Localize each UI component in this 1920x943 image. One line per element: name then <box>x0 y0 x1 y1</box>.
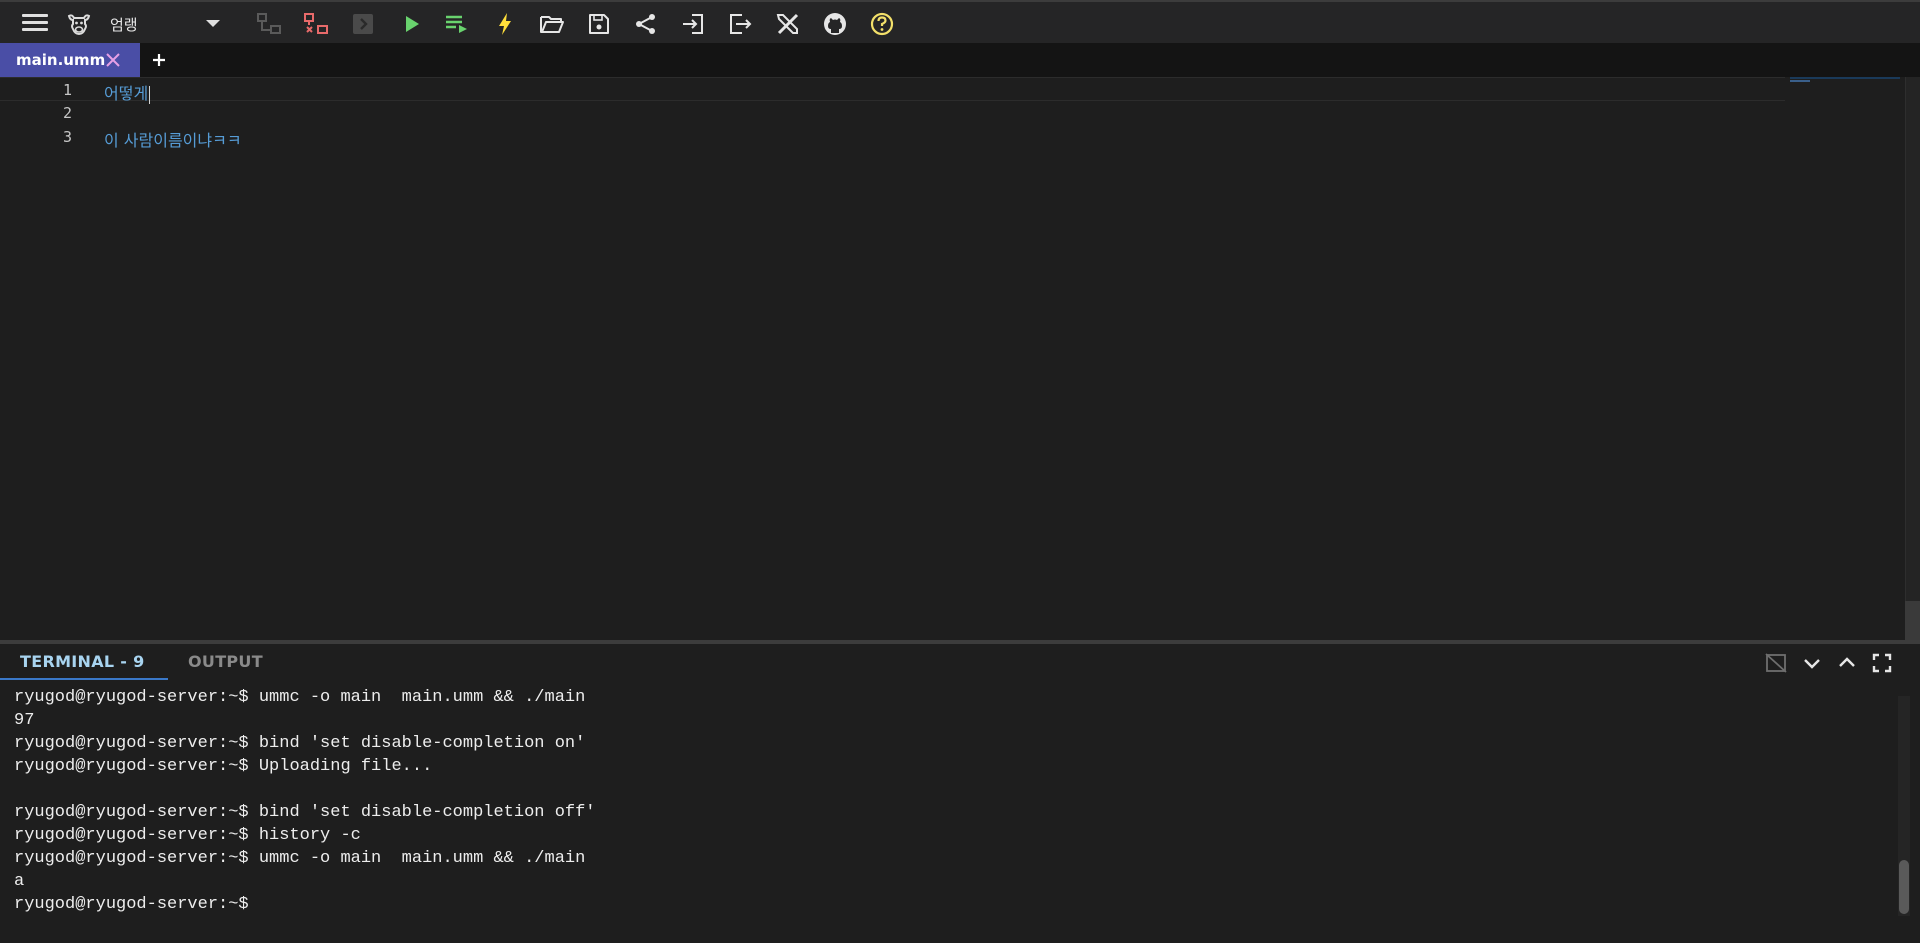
save-icon[interactable] <box>586 11 612 37</box>
language-select[interactable]: 엄랭 <box>100 8 228 38</box>
run-icon[interactable] <box>398 11 424 37</box>
bottom-panel: TERMINAL - 9 OUTPUT ryugod@ryugod-server… <box>0 640 1920 943</box>
cow-logo-icon <box>66 11 92 37</box>
editor-tab-bar: main.umm <box>0 43 1920 77</box>
disconnect-icon[interactable] <box>303 11 329 37</box>
panel-tab-bar: TERMINAL - 9 OUTPUT <box>0 644 1920 680</box>
line-number: 2 <box>62 104 72 122</box>
flash-icon[interactable] <box>492 11 518 37</box>
run-input-icon[interactable] <box>444 11 470 37</box>
clear-terminal-icon[interactable] <box>1764 651 1788 675</box>
terminal-line: ryugod@ryugod-server:~$ bind 'set disabl… <box>14 803 596 822</box>
terminal-line: ryugod@ryugod-server:~$ ummc -o main mai… <box>14 849 586 868</box>
tab-label: main.umm <box>16 51 106 69</box>
minimap <box>1790 77 1900 79</box>
chevron-down-icon <box>206 20 220 27</box>
editor-scrollbar-thumb[interactable] <box>1905 601 1920 640</box>
code-line[interactable]: 2 <box>0 101 1785 125</box>
editor-scrollbar[interactable] <box>1905 77 1920 640</box>
minimap-highlight <box>1790 80 1810 82</box>
terminal-line: ryugod@ryugod-server:~$ ummc -o main mai… <box>14 688 586 707</box>
terminal-line: a <box>14 872 25 891</box>
terminal-output[interactable]: ryugod@ryugod-server:~$ ummc -o main mai… <box>0 688 1895 943</box>
terminal-line: ryugod@ryugod-server:~$ history -c <box>14 826 361 845</box>
github-icon[interactable] <box>822 11 848 37</box>
tab-output[interactable]: OUTPUT <box>180 644 280 678</box>
code-editor[interactable]: 1 어떻게 2 3 이 사람이름이냐ㅋㅋ <box>0 77 1920 640</box>
terminal-scrollbar-thumb[interactable] <box>1899 860 1909 914</box>
terminal-prompt: ryugod@ryugod-server:~$ <box>14 895 259 914</box>
tab-terminal-label: TERMINAL - 9 <box>20 652 145 671</box>
code-line[interactable]: 1 어떻게 <box>0 77 1785 104</box>
top-toolbar: 엄랭 <box>0 0 1920 43</box>
hamburger-menu-icon[interactable] <box>22 14 48 32</box>
line-number: 1 <box>62 81 72 99</box>
tools-icon[interactable] <box>775 11 801 37</box>
code-line[interactable]: 3 이 사람이름이냐ㅋㅋ <box>0 125 1785 150</box>
line-number: 3 <box>62 128 72 146</box>
connect-icon[interactable] <box>256 11 282 37</box>
help-icon[interactable] <box>869 11 895 37</box>
tab-terminal[interactable]: TERMINAL - 9 <box>0 644 168 680</box>
import-icon[interactable] <box>680 11 706 37</box>
chevron-down-icon[interactable] <box>1800 651 1824 675</box>
fullscreen-icon[interactable] <box>1870 651 1894 675</box>
open-folder-icon[interactable] <box>539 11 565 37</box>
language-label: 엄랭 <box>110 16 138 34</box>
share-icon[interactable] <box>633 11 659 37</box>
terminal-icon[interactable] <box>350 11 376 37</box>
code-text: 이 사람이름이냐ㅋㅋ <box>104 131 242 150</box>
export-icon[interactable] <box>727 11 753 37</box>
terminal-line: 97 <box>14 711 35 730</box>
tab-main-umm[interactable]: main.umm <box>0 43 140 77</box>
close-icon[interactable] <box>104 51 122 69</box>
add-tab-button[interactable] <box>148 49 170 71</box>
terminal-line: ryugod@ryugod-server:~$ Uploading file..… <box>14 757 433 776</box>
terminal-line: ryugod@ryugod-server:~$ bind 'set disabl… <box>14 734 586 753</box>
tab-output-label: OUTPUT <box>188 652 263 671</box>
chevron-up-icon[interactable] <box>1835 651 1859 675</box>
